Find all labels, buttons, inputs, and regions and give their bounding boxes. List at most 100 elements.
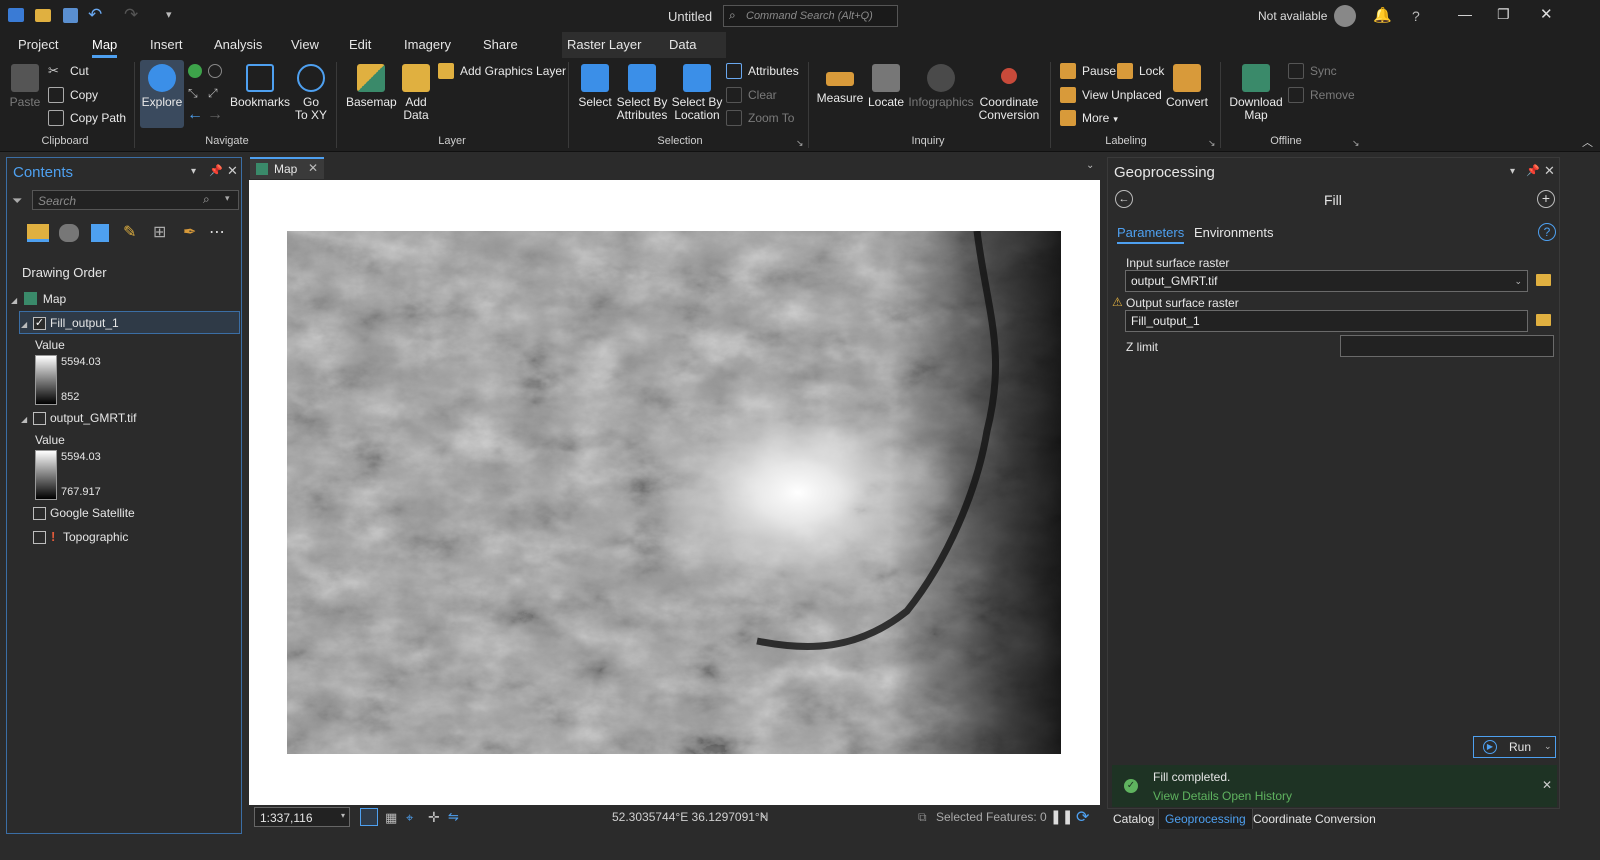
coordinate-conversion-button[interactable]: Coordinate Conversion [976, 60, 1042, 122]
output-surface-raster-field[interactable]: Fill_output_1 [1125, 310, 1528, 332]
help-icon[interactable]: ? [1412, 8, 1420, 24]
view-unplaced-button[interactable]: View Unplaced [1060, 84, 1162, 106]
project-icon[interactable] [8, 8, 24, 22]
tab-coordinate-conversion[interactable]: Coordinate Conversion [1253, 812, 1376, 826]
refresh-icon[interactable]: ⟳ [1076, 807, 1089, 827]
elevation-raster[interactable] [287, 231, 1061, 754]
crosshair-icon[interactable]: ✛ [428, 809, 440, 826]
copy-path-button[interactable]: Copy Path [48, 107, 126, 129]
input-surface-raster-field[interactable]: output_GMRT.tif ⌄ [1125, 270, 1528, 292]
add-graphics-layer-button[interactable]: Add Graphics Layer [438, 60, 566, 82]
tab-view[interactable]: View [291, 37, 319, 52]
pane-options-icon[interactable]: ▾ [1510, 166, 1515, 177]
layer-visibility-checkbox[interactable] [33, 412, 46, 425]
basemap-topographic[interactable]: Topographic [63, 527, 128, 547]
layer-fill-output[interactable]: ◢ [21, 313, 27, 333]
select-button[interactable]: Select [576, 60, 614, 109]
open-icon[interactable] [35, 9, 51, 22]
pane-options-icon[interactable]: ▾ [191, 166, 196, 177]
view-details-link[interactable]: View Details [1153, 789, 1219, 803]
tab-project[interactable]: Project [18, 37, 58, 52]
list-by-selection-icon[interactable] [91, 224, 109, 242]
table-view-icon[interactable]: ▦ [385, 810, 397, 826]
help-icon[interactable]: ? [1538, 223, 1556, 241]
select-by-attributes-button[interactable]: Select By Attributes [614, 60, 670, 122]
tab-parameters[interactable]: Parameters [1117, 225, 1185, 244]
basemap-button[interactable]: Basemap [346, 60, 397, 109]
remove-button[interactable]: Remove [1288, 84, 1355, 106]
map-canvas[interactable] [249, 180, 1100, 805]
tree-item-map[interactable]: ◢ Map [11, 289, 231, 309]
open-history-link[interactable]: Open History [1222, 789, 1292, 803]
sync-button[interactable]: Sync [1288, 60, 1337, 82]
full-extent-icon[interactable] [188, 64, 202, 78]
locate-button[interactable]: Locate [866, 60, 906, 109]
pane-close-icon[interactable]: ✕ [227, 163, 238, 179]
tab-share[interactable]: Share [483, 37, 518, 52]
explore-button[interactable]: Explore [140, 60, 184, 128]
account-status[interactable]: Not available [1258, 9, 1327, 23]
zoom-out-extent-icon[interactable]: ⤢ [208, 86, 218, 101]
paste-button[interactable]: Paste [8, 60, 42, 109]
tab-environments[interactable]: Environments [1194, 225, 1273, 240]
collapse-ribbon-icon[interactable]: ︿ [1582, 134, 1593, 150]
zoom-extent-icon[interactable]: ⤡ [188, 86, 198, 101]
pause-drawing-icon[interactable]: ❚❚ [1050, 808, 1073, 825]
pin-icon[interactable]: 📌 [1526, 164, 1540, 177]
download-map-button[interactable]: Download Map [1228, 60, 1284, 122]
list-by-source-icon[interactable] [59, 224, 79, 242]
chevron-down-icon[interactable]: ⌄ [1086, 160, 1094, 171]
tab-raster-layer[interactable]: Raster Layer [567, 37, 641, 52]
attributes-button[interactable]: Attributes [726, 60, 799, 82]
basemap-visibility-checkbox[interactable] [33, 507, 46, 520]
copy-button[interactable]: Copy [48, 84, 98, 106]
tab-analysis[interactable]: Analysis [214, 37, 262, 52]
back-icon[interactable]: ← [187, 106, 203, 124]
undo-icon[interactable]: ↶ [88, 5, 102, 25]
command-search-box[interactable]: ⌕ Command Search (Alt+Q) [723, 5, 898, 27]
layer-output-gmrt[interactable]: ◢ [21, 408, 27, 428]
z-limit-field[interactable] [1340, 335, 1554, 357]
browse-folder-icon[interactable] [1536, 274, 1551, 286]
layer-visibility-checkbox[interactable]: ✓ [33, 317, 46, 330]
dismiss-icon[interactable]: ✕ [1542, 778, 1552, 792]
tab-edit[interactable]: Edit [349, 37, 371, 52]
tab-map[interactable]: Map [92, 37, 118, 58]
convert-button[interactable]: Convert [1164, 60, 1210, 109]
selected-features[interactable]: Selected Features: 0 [936, 810, 1047, 824]
chevron-down-icon[interactable]: ⌄ [759, 808, 768, 821]
pin-icon[interactable]: 📌 [209, 164, 223, 177]
filter-icon[interactable]: ⏷ [12, 193, 22, 209]
sync-view-icon[interactable]: ⇋ [448, 809, 459, 825]
customize-icon[interactable]: ▾ [166, 8, 172, 21]
back-icon[interactable]: ← [1115, 190, 1133, 208]
forward-icon[interactable]: → [207, 106, 223, 124]
list-by-drawing-order-icon[interactable] [27, 224, 49, 242]
more-button[interactable]: More ▾ [1060, 107, 1118, 129]
tab-geoprocessing[interactable]: Geoprocessing [1158, 809, 1253, 829]
add-data-button[interactable]: Add Data [398, 60, 434, 122]
contents-search-box[interactable]: Search ⌕ ▾ [32, 190, 239, 210]
tab-data[interactable]: Data [669, 37, 696, 52]
zoom-fixed-icon[interactable] [208, 64, 222, 78]
pane-close-icon[interactable]: ✕ [1544, 163, 1555, 179]
list-by-editing-icon[interactable]: ✎ [123, 222, 136, 242]
basemap-visibility-checkbox[interactable] [33, 531, 46, 544]
close-icon[interactable]: ✕ [1540, 5, 1553, 23]
selection-launcher-icon[interactable]: ↘ [796, 138, 804, 149]
run-button[interactable]: ▶ Run ⌄ [1473, 736, 1556, 758]
tab-catalog[interactable]: Catalog [1113, 812, 1154, 826]
clear-button[interactable]: Clear [726, 84, 777, 106]
tab-insert[interactable]: Insert [150, 37, 183, 52]
layer-name[interactable]: output_GMRT.tif [50, 408, 136, 428]
lock-button[interactable]: Lock [1117, 60, 1164, 82]
more-options-icon[interactable]: ⋯ [209, 222, 225, 242]
snapping-icon[interactable]: ⌖ [406, 810, 413, 826]
close-tab-icon[interactable]: ✕ [308, 161, 318, 175]
select-by-location-button[interactable]: Select By Location [670, 60, 724, 122]
offline-launcher-icon[interactable]: ↘ [1352, 138, 1360, 149]
list-by-labeling-icon[interactable]: ✒ [183, 222, 196, 242]
minimize-icon[interactable]: — [1458, 6, 1472, 22]
grid-toggle-icon[interactable] [360, 808, 378, 826]
go-to-xy-button[interactable]: Go To XY [292, 60, 330, 122]
